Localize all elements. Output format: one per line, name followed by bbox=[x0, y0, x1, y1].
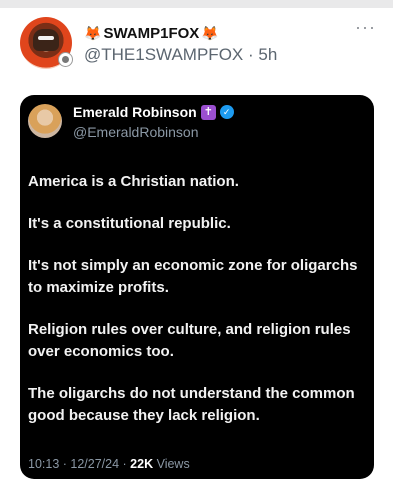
quoted-author-handle: @EmeraldRobinson bbox=[73, 124, 199, 140]
author-handle[interactable]: @THE1SWAMPFOX bbox=[84, 45, 243, 64]
avatar-eyes-shape bbox=[38, 36, 54, 40]
affiliate-badge-icon bbox=[58, 52, 73, 67]
author-display-name: SWAMP1FOX bbox=[103, 24, 200, 42]
quoted-author-name-row: Emerald Robinson ✝ ✓ bbox=[73, 104, 234, 120]
dot-separator: · bbox=[248, 45, 254, 64]
quoted-paragraph: It's a constitutional republic. bbox=[28, 215, 231, 232]
avatar-mask-shape bbox=[33, 29, 59, 51]
quoted-author-name: Emerald Robinson bbox=[73, 104, 197, 120]
verified-check-icon: ✓ bbox=[219, 105, 234, 119]
views-label: Views bbox=[156, 457, 190, 471]
quoted-paragraph: It's not simply an economic zone for oli… bbox=[28, 257, 358, 296]
quoted-author-avatar[interactable] bbox=[28, 104, 62, 138]
quoted-post-meta: 10:13 · 12/27/24 · 22K Views bbox=[28, 457, 190, 471]
quoted-paragraph: Religion rules over culture, and religio… bbox=[28, 321, 351, 360]
post-time[interactable]: 5h bbox=[258, 45, 277, 64]
quoted-post-card[interactable]: Emerald Robinson ✝ ✓ @EmeraldRobinson Am… bbox=[20, 95, 374, 479]
views-count: 22K bbox=[130, 457, 154, 471]
quoted-timestamp: 10:13 · 12/27/24 · bbox=[28, 457, 127, 471]
fox-icon: 🦊 bbox=[201, 24, 219, 41]
quoted-paragraph: The oligarchs do not understand the comm… bbox=[28, 385, 355, 424]
fox-icon: 🦊 bbox=[84, 24, 102, 41]
quoted-post-body: America is a Christian nation. It's a co… bbox=[28, 171, 366, 447]
more-options-icon[interactable]: ··· bbox=[355, 17, 376, 38]
cross-badge-icon: ✝ bbox=[200, 104, 216, 120]
author-handle-row: @THE1SWAMPFOX · 5h bbox=[84, 45, 277, 65]
author-name-row[interactable]: 🦊 SWAMP1FOX 🦊 bbox=[84, 23, 219, 43]
quoted-paragraph: America is a Christian nation. bbox=[28, 173, 239, 190]
top-bar bbox=[0, 0, 393, 8]
